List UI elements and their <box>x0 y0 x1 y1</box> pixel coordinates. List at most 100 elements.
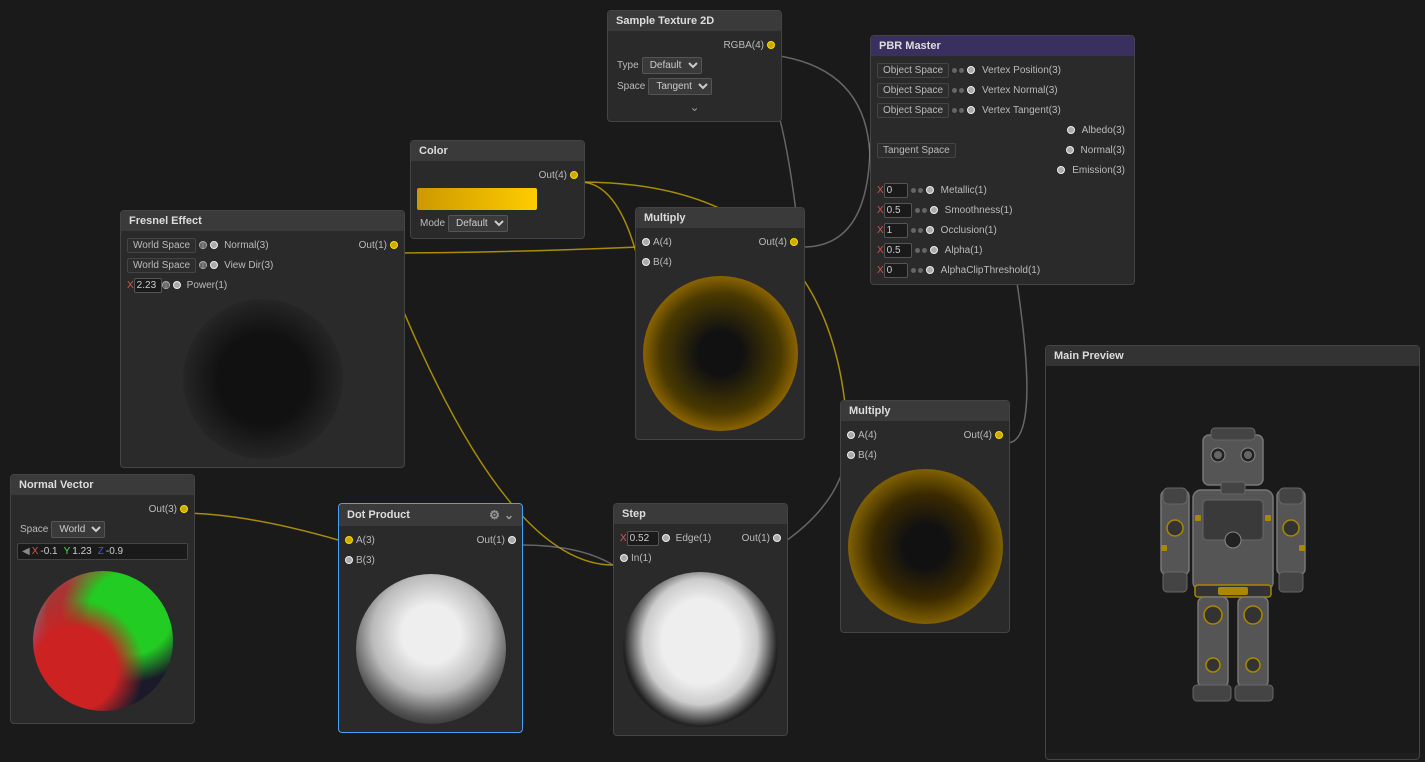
dot-a-port-in[interactable] <box>345 536 353 544</box>
chevron-icon[interactable]: ⌄ <box>689 100 699 114</box>
fresnel-preview-wrap <box>121 295 404 463</box>
emission-label: Emission(3) <box>1072 165 1125 176</box>
alpha-port[interactable] <box>930 246 938 254</box>
normal-vector-output-label: Out(3) <box>149 504 177 515</box>
fresnel-normal-row: World Space Normal(3) Out(1) <box>121 235 404 255</box>
smoothness-label: Smoothness(1) <box>945 205 1013 216</box>
metallic-port[interactable] <box>926 186 934 194</box>
normal-vector-node: Normal Vector Out(3) Space World ◀ X -0.… <box>10 474 195 724</box>
vertex-normal-dots[interactable] <box>952 88 964 93</box>
dot-product-header: Dot Product ⚙ ⌄ <box>339 504 522 526</box>
color-title: Color <box>419 145 448 157</box>
normal-vector-output-port[interactable] <box>180 505 188 513</box>
color-swatch[interactable] <box>417 188 537 210</box>
pbr-master-node: PBR Master Object Space Vertex Position(… <box>870 35 1135 285</box>
emission-port[interactable] <box>1057 166 1065 174</box>
step-edge-input[interactable] <box>627 531 659 546</box>
vertex-tangent-space: Object Space <box>877 103 949 118</box>
vertex-pos-dots[interactable] <box>952 68 964 73</box>
multiply-bottom-title: Multiply <box>849 405 891 417</box>
multiply-bottom-node: Multiply A(4) Out(4) B(4) <box>840 400 1010 633</box>
sample-texture-title: Sample Texture 2D <box>616 15 714 27</box>
vertex-pos-row: Object Space Vertex Position(3) <box>871 60 1134 80</box>
alpha-label: Alpha(1) <box>945 245 983 256</box>
dot-b-port-in[interactable] <box>345 556 353 564</box>
normal-port[interactable] <box>1066 146 1074 154</box>
chevron-row: ⌄ <box>608 97 781 117</box>
occlusion-port[interactable] <box>926 226 934 234</box>
robot-svg <box>1133 370 1333 750</box>
space-dropdown[interactable]: Tangent <box>648 78 712 95</box>
smoothness-input[interactable] <box>884 203 912 218</box>
alphaclip-input[interactable] <box>884 263 908 278</box>
fresnel-viewdir-row: World Space View Dir(3) <box>121 255 404 275</box>
metallic-input[interactable] <box>884 183 908 198</box>
step-output-port[interactable] <box>773 534 781 542</box>
vertex-normal-port[interactable] <box>967 86 975 94</box>
smoothness-port[interactable] <box>930 206 938 214</box>
occlusion-label: Occlusion(1) <box>941 225 997 236</box>
step-preview <box>623 572 778 727</box>
alpha-input[interactable] <box>884 243 912 258</box>
normal-vector-space-dropdown[interactable]: World <box>51 521 105 538</box>
vertex-tangent-label: Vertex Tangent(3) <box>982 105 1061 116</box>
coord-arrow[interactable]: ◀ <box>22 546 30 557</box>
alphaclip-port[interactable] <box>926 266 934 274</box>
fresnel-power-row: X Power(1) <box>121 275 404 295</box>
fresnel-normal-circle[interactable] <box>210 241 218 249</box>
type-dropdown[interactable]: Default <box>642 57 702 74</box>
rgba-output-port[interactable] <box>767 41 775 49</box>
fresnel-header: Fresnel Effect <box>121 211 404 231</box>
fresnel-preview <box>183 299 343 459</box>
robot-preview <box>1046 366 1419 753</box>
vertex-tangent-port[interactable] <box>967 106 975 114</box>
step-edge-port-in[interactable] <box>662 534 670 542</box>
normal-label: Normal(3) <box>1081 145 1125 156</box>
dot-product-icons: ⚙ ⌄ <box>489 508 514 522</box>
fresnel-power-circle[interactable] <box>173 281 181 289</box>
step-header: Step <box>614 504 787 524</box>
emission-row: Emission(3) <box>871 160 1134 180</box>
mode-row: Mode Default <box>411 213 584 234</box>
mode-dropdown[interactable]: Default <box>448 215 508 232</box>
pbr-master-title: PBR Master <box>879 40 941 52</box>
dot-output-port[interactable] <box>508 536 516 544</box>
albedo-port[interactable] <box>1067 126 1075 134</box>
multiply-top-output-port[interactable] <box>790 238 798 246</box>
power-input[interactable] <box>134 278 162 293</box>
normal-vector-preview <box>33 571 173 711</box>
color-output-port[interactable] <box>570 171 578 179</box>
vertex-normal-space: Object Space <box>877 83 949 98</box>
chevron-down-icon[interactable]: ⌄ <box>504 508 514 522</box>
multiply-bottom-a-port[interactable] <box>847 431 855 439</box>
multiply-bottom-output-label: Out(4) <box>964 430 992 441</box>
normal-vector-coords-row: ◀ X -0.1 Y 1.23 Z -0.9 <box>11 540 194 563</box>
gear-icon[interactable]: ⚙ <box>489 508 500 522</box>
fresnel-viewdir-port-in[interactable] <box>199 261 207 269</box>
multiply-bottom-b-port[interactable] <box>847 451 855 459</box>
occlusion-input[interactable] <box>884 223 908 238</box>
fresnel-power-port-in[interactable] <box>162 281 170 289</box>
alphaclip-label: AlphaClipThreshold(1) <box>941 265 1041 276</box>
coord-x: -0.1 <box>40 546 57 557</box>
color-header: Color <box>411 141 584 161</box>
step-title: Step <box>622 508 646 520</box>
fresnel-output-port[interactable] <box>390 241 398 249</box>
fresnel-normal-port-in[interactable] <box>199 241 207 249</box>
fresnel-viewdir-circle[interactable] <box>210 261 218 269</box>
coord-y: 1.23 <box>72 546 91 557</box>
step-in-port[interactable] <box>620 554 628 562</box>
dot-product-node: Dot Product ⚙ ⌄ A(3) Out(1) B(3) <box>338 503 523 733</box>
multiply-top-b-port[interactable] <box>642 258 650 266</box>
vertex-tangent-dots[interactable] <box>952 108 964 113</box>
mode-label: Mode <box>420 218 445 229</box>
multiply-top-a-port[interactable] <box>642 238 650 246</box>
fresnel-viewdir-label: View Dir(3) <box>224 260 273 271</box>
multiply-bottom-a-row: A(4) Out(4) <box>841 425 1009 445</box>
step-edge-row: X Edge(1) Out(1) <box>614 528 787 548</box>
normal-row: Tangent Space Normal(3) <box>871 140 1134 160</box>
vertex-pos-port[interactable] <box>967 66 975 74</box>
multiply-bottom-output-port[interactable] <box>995 431 1003 439</box>
metallic-label: Metallic(1) <box>941 185 987 196</box>
vertex-pos-label: Vertex Position(3) <box>982 65 1061 76</box>
